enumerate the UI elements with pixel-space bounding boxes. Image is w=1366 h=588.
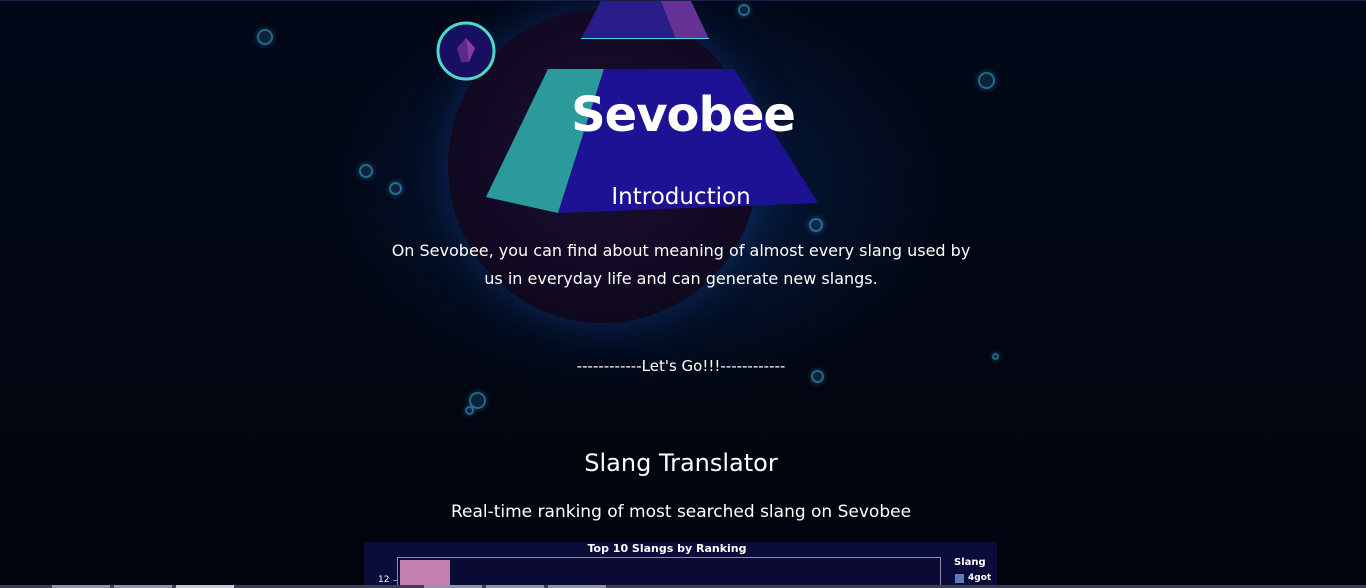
slang-translator-heading: Slang Translator	[584, 449, 778, 477]
bubble-decoration	[738, 4, 750, 16]
bubble-decoration	[809, 218, 823, 232]
site-title: Sevobee	[571, 87, 796, 143]
legend-title: Slang	[954, 557, 986, 568]
bubble-decoration	[257, 29, 273, 45]
pyramid-top-decoration	[581, 1, 709, 39]
y-tick-label: 12	[378, 575, 390, 585]
legend-swatch-4got[interactable]	[955, 574, 964, 583]
ring-orb-decoration	[436, 21, 496, 81]
intro-heading: Introduction	[611, 184, 751, 210]
bubble-decoration	[359, 164, 373, 178]
y-tick-mark	[393, 580, 397, 581]
chart-title: Top 10 Slangs by Ranking	[587, 542, 747, 555]
chart-plot-area	[397, 557, 941, 588]
landing-page: Sevobee Introduction On Sevobee, you can…	[0, 0, 1366, 588]
intro-paragraph: On Sevobee, you can find about meaning o…	[391, 241, 971, 288]
ranking-description: Real-time ranking of most searched slang…	[450, 502, 912, 522]
lets-go-link[interactable]: ------------Let's Go!!!------------	[0, 357, 1362, 375]
bubble-decoration	[465, 406, 474, 415]
top-slangs-chart[interactable]: Top 10 Slangs by Ranking 12 Slang 4got	[364, 542, 997, 588]
legend-label-4got[interactable]: 4got	[968, 573, 991, 583]
bar-4got[interactable]	[400, 560, 450, 588]
